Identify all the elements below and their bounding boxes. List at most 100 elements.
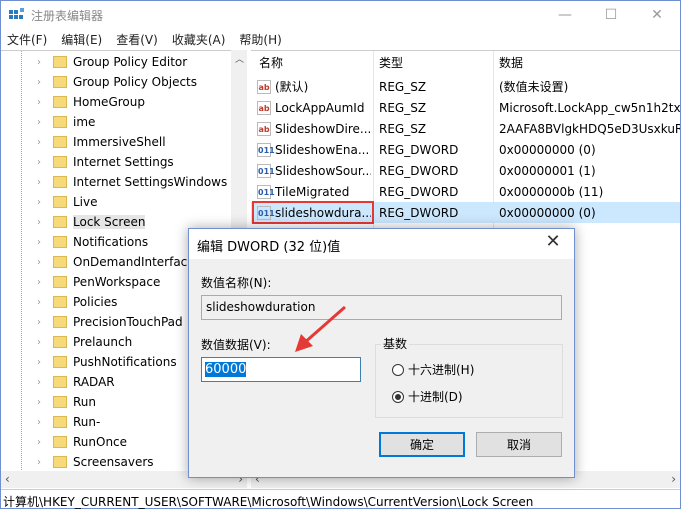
value-name: SlideshowDire...	[275, 121, 371, 136]
chevron-right-icon[interactable]: ›	[37, 157, 41, 168]
value-data: 0x00000001 (1)	[499, 163, 596, 178]
chevron-right-icon[interactable]: ›	[37, 437, 41, 448]
folder-icon	[53, 256, 67, 268]
close-button[interactable]: ✕	[634, 1, 680, 29]
value-type: REG_SZ	[379, 100, 427, 115]
value-name-field[interactable]: slideshowduration	[201, 295, 562, 320]
value-type: REG_DWORD	[379, 205, 459, 220]
chevron-right-icon[interactable]: ›	[37, 237, 41, 248]
annotation-highlight-box	[252, 201, 374, 224]
tree-item[interactable]: › Group Policy Editor	[1, 52, 231, 72]
value-name-label: 数值名称(N):	[201, 276, 272, 290]
tree-item-label: RunOnce	[73, 435, 128, 449]
chevron-right-icon[interactable]: ›	[37, 117, 41, 128]
value-data: 0x00000000 (0)	[499, 142, 596, 157]
folder-icon	[53, 356, 67, 368]
value-name: LockAppAumId	[275, 100, 365, 115]
tree-item[interactable]: › Internet SettingsWindows	[1, 172, 231, 192]
radio-decimal[interactable]: 十进制(D)	[392, 388, 463, 405]
chevron-right-icon[interactable]: ›	[37, 57, 41, 68]
value-row[interactable]: 011 SlideshowSour... REG_DWORD 0x00000001 (…	[251, 160, 680, 181]
annotation-arrow	[295, 305, 346, 352]
chevron-right-icon[interactable]: ›	[37, 277, 41, 288]
tree-item-label: HomeGroup	[73, 95, 145, 109]
value-data: 2AAFA8BVlgkHDQ5eD3UsxkuR	[499, 121, 680, 136]
tree-item-label: OnDemandInterface	[73, 255, 195, 269]
title-bar: 注册表编辑器 — ☐ ✕	[1, 1, 680, 29]
tree-item[interactable]: › Live	[1, 192, 231, 212]
tree-item-label: PenWorkspace	[73, 275, 161, 289]
tree-item-label: Screensavers	[73, 455, 154, 469]
string-value-icon: ab	[257, 100, 271, 115]
value-data: (数值未设置)	[499, 80, 569, 94]
menu-edit[interactable]: 编辑(E)	[61, 31, 102, 48]
tree-item-label: Policies	[73, 295, 118, 309]
tree-item[interactable]: › Internet Settings	[1, 152, 231, 172]
value-row[interactable]: 011 SlideshowEna... REG_DWORD 0x00000000 (0…	[251, 139, 680, 160]
menu-favorites[interactable]: 收藏夹(A)	[172, 31, 226, 48]
chevron-right-icon[interactable]: ›	[37, 457, 41, 468]
value-type: REG_DWORD	[379, 142, 459, 157]
chevron-right-icon[interactable]: ›	[37, 77, 41, 88]
menu-help[interactable]: 帮助(H)	[239, 31, 281, 48]
value-row[interactable]: ab (默认) REG_SZ (数值未设置)	[251, 76, 680, 97]
menu-bar: 文件(F) 编辑(E) 查看(V) 收藏夹(A) 帮助(H)	[1, 29, 680, 49]
menu-view[interactable]: 查看(V)	[116, 31, 158, 48]
tree-item-label: Run	[73, 395, 97, 409]
radio-hex-label: 十六进制(H)	[408, 363, 475, 377]
chevron-right-icon[interactable]: ›	[37, 397, 41, 408]
tree-item[interactable]: › Group Policy Objects	[1, 72, 231, 92]
folder-icon	[53, 116, 67, 128]
folder-icon	[53, 56, 67, 68]
chevron-right-icon[interactable]: ›	[37, 317, 41, 328]
folder-icon	[53, 296, 67, 308]
chevron-right-icon[interactable]: ›	[37, 197, 41, 208]
maximize-button[interactable]: ☐	[588, 1, 634, 29]
column-header-name[interactable]: 名称	[259, 54, 283, 71]
value-data-input[interactable]: 60000	[201, 357, 361, 382]
column-header-data[interactable]: 数据	[499, 54, 523, 71]
value-row[interactable]: ab SlideshowDire... REG_SZ 2AAFA8BVlgkHDQ5e…	[251, 118, 680, 139]
tree-item[interactable]: › ImmersiveShell	[1, 132, 231, 152]
folder-icon	[53, 316, 67, 328]
chevron-right-icon[interactable]: ›	[37, 417, 41, 428]
folder-icon	[53, 396, 67, 408]
value-row[interactable]: 011 TileMigrated REG_DWORD 0x0000000b (11)	[251, 181, 680, 202]
ok-button[interactable]: 确定	[379, 432, 465, 457]
window-title: 注册表编辑器	[31, 9, 104, 23]
dialog-close-button[interactable]: ✕	[538, 231, 568, 257]
chevron-right-icon[interactable]: ›	[37, 217, 41, 228]
radio-hexadecimal[interactable]: 十六进制(H)	[392, 361, 474, 378]
value-row[interactable]: ab LockAppAumId REG_SZ Microsoft.LockApp_cw…	[251, 97, 680, 118]
chevron-right-icon[interactable]: ›	[37, 137, 41, 148]
folder-icon	[53, 76, 67, 88]
value-data: 0x00000000 (0)	[499, 205, 596, 220]
chevron-right-icon[interactable]: ›	[37, 377, 41, 388]
chevron-right-icon[interactable]: ›	[37, 97, 41, 108]
dword-value-icon: 011	[257, 184, 275, 199]
chevron-right-icon[interactable]: ›	[37, 357, 41, 368]
status-bar-path: 计算机\HKEY_CURRENT_USER\SOFTWARE\Microsoft…	[1, 489, 680, 509]
folder-icon	[53, 136, 67, 148]
value-type: REG_SZ	[379, 79, 427, 94]
minimize-button[interactable]: —	[542, 1, 588, 29]
menu-file[interactable]: 文件(F)	[7, 31, 47, 48]
chevron-right-icon[interactable]: ›	[37, 257, 41, 268]
radio-hex-icon	[392, 363, 404, 376]
folder-icon	[53, 456, 67, 468]
value-type: REG_DWORD	[379, 184, 459, 199]
tree-item[interactable]: › HomeGroup	[1, 92, 231, 112]
tree-item[interactable]: › ime	[1, 112, 231, 132]
folder-icon	[53, 176, 67, 188]
chevron-right-icon[interactable]: ›	[37, 337, 41, 348]
tree-item-label: Prelaunch	[73, 335, 133, 349]
folder-icon	[53, 216, 67, 228]
value-data-label: 数值数据(V):	[201, 338, 271, 352]
column-header-type[interactable]: 类型	[379, 54, 403, 71]
cancel-button[interactable]: 取消	[476, 432, 562, 457]
value-name: SlideshowSour...	[275, 163, 371, 178]
string-value-icon: ab	[257, 79, 271, 94]
chevron-right-icon[interactable]: ›	[37, 177, 41, 188]
chevron-right-icon[interactable]: ›	[37, 297, 41, 308]
value-name: (默认)	[275, 80, 309, 94]
